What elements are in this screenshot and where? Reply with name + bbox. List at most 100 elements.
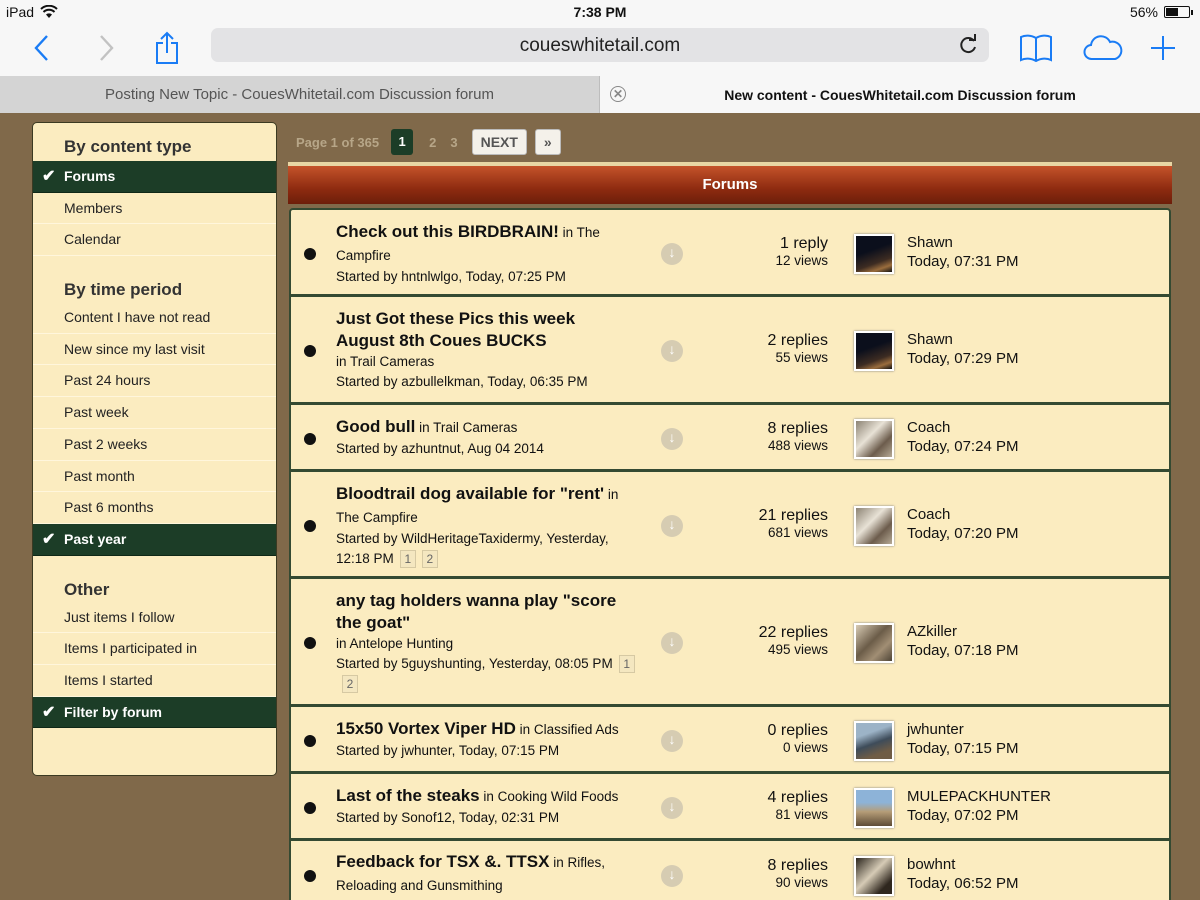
topic-forum-link[interactable]: in Trail Cameras (336, 354, 434, 369)
antler-avatar[interactable] (854, 506, 894, 546)
topic-title-link[interactable]: Feedback for TSX &. TTSX (336, 852, 550, 871)
deer-avatar[interactable] (854, 856, 894, 896)
topic-row[interactable]: Check out this BIRDBRAIN! in The Campfir… (289, 208, 1171, 296)
topic-row[interactable]: Good bull in Trail Cameras Started by azh… (289, 404, 1171, 471)
sidebar-item-past-week[interactable]: Past week (33, 397, 276, 429)
topic-forum-link[interactable]: in Trail Cameras (415, 420, 517, 435)
hunter-avatar[interactable] (854, 623, 894, 663)
sidebar-item-filter-by-forum[interactable]: ✔ Filter by forum (33, 696, 276, 729)
night-sky-avatar[interactable] (854, 234, 894, 274)
jump-to-unread-icon[interactable] (661, 730, 683, 752)
topic-page-link[interactable]: 2 (342, 675, 358, 693)
jump-to-unread-icon[interactable] (661, 865, 683, 887)
last-post-time: Today, 06:52 PM (907, 875, 1019, 892)
page-1-link[interactable]: 1 (391, 129, 414, 155)
forward-button[interactable] (94, 30, 120, 66)
jump-to-unread-icon[interactable] (661, 632, 683, 654)
topic-title-link[interactable]: Bloodtrail dog available for "rent' (336, 484, 604, 503)
share-button[interactable] (152, 30, 182, 66)
sidebar-item-past-2-weeks[interactable]: Past 2 weeks (33, 429, 276, 461)
last-poster-link[interactable]: Coach (907, 418, 1018, 437)
plus-icon (1151, 36, 1175, 60)
sidebar-item-calendar[interactable]: Calendar (33, 224, 276, 257)
topic-title-link[interactable]: Good bull (336, 417, 415, 436)
topic-info: Check out this BIRDBRAIN! in The Campfir… (336, 221, 636, 287)
topic-forum-link[interactable]: in Antelope Hunting (336, 636, 453, 651)
sidebar-item-items-i-participated-in[interactable]: Items I participated in (33, 633, 276, 665)
new-tab-button[interactable] (1148, 30, 1178, 66)
sidebar-item-content-i-have-not-read[interactable]: Content I have not read (33, 302, 276, 334)
started-by-text: Started by WildHeritageTaxidermy, Yester… (336, 531, 609, 566)
topic-title-link[interactable]: any tag holders wanna play "score the go… (336, 591, 616, 632)
icloud-tabs-button[interactable] (1080, 30, 1126, 66)
sidebar-item-new-since-my-last-visit[interactable]: New since my last visit (33, 334, 276, 366)
outdoor-avatar[interactable] (854, 721, 894, 761)
jump-to-unread-icon[interactable] (661, 515, 683, 537)
jump-to-unread-icon[interactable] (661, 243, 683, 265)
topic-title-link[interactable]: Check out this BIRDBRAIN! (336, 222, 559, 241)
mountain-avatar[interactable] (854, 788, 894, 828)
checkmark-icon: ✔ (42, 168, 56, 185)
jump-to-unread-icon[interactable] (661, 797, 683, 819)
jump-to-unread-icon[interactable] (661, 428, 683, 450)
topic-row[interactable]: Just Got these Pics this week August 8th… (289, 296, 1171, 404)
topic-started-by: Started by WildHeritageTaxidermy, Yester… (336, 529, 636, 569)
bookmarks-button[interactable] (1018, 30, 1054, 66)
battery-icon (1164, 6, 1193, 18)
topic-page-link[interactable]: 2 (421, 550, 438, 568)
unread-dot-icon (304, 802, 316, 814)
antler-avatar[interactable] (854, 419, 894, 459)
topic-row[interactable]: Feedback for TSX &. TTSX in Rifles, Relo… (289, 840, 1171, 900)
last-poster-link[interactable]: jwhunter (907, 720, 1018, 739)
topic-title-link[interactable]: 15x50 Vortex Viper HD (336, 719, 516, 738)
last-poster-link[interactable]: Shawn (907, 233, 1018, 252)
tab-new-content[interactable]: ✕ New content - CouesWhitetail.com Discu… (600, 76, 1200, 113)
topic-forum-link[interactable]: in Classified Ads (516, 722, 619, 737)
back-button[interactable] (28, 30, 54, 66)
night-sky-avatar[interactable] (854, 331, 894, 371)
last-post-time: Today, 07:20 PM (907, 525, 1019, 542)
topic-started-by: Started by azhuntnut, Aug 04 2014 (336, 439, 636, 459)
topic-info: Feedback for TSX &. TTSX in Rifles, Relo… (336, 851, 636, 897)
last-poster-link[interactable]: Coach (907, 505, 1018, 524)
page-2-link[interactable]: 2 (429, 135, 436, 150)
sidebar-item-forums[interactable]: ✔ Forums (33, 161, 276, 193)
topic-forum-link[interactable]: in Cooking Wild Foods (480, 789, 618, 804)
next-page-button[interactable]: NEXT (471, 129, 527, 155)
topic-row[interactable]: Bloodtrail dog available for "rent' in T… (289, 471, 1171, 578)
sidebar-item-label: Members (64, 199, 123, 216)
started-by-text: Started by hntnlwlgo, Today, 07:25 PM (336, 269, 566, 284)
sidebar-item-just-items-i-follow[interactable]: Just items I follow (33, 602, 276, 634)
tab-posting-new-topic[interactable]: Posting New Topic - CouesWhitetail.com D… (0, 76, 600, 113)
view-count: 0 views (782, 740, 828, 755)
last-poster-link[interactable]: Shawn (907, 330, 1018, 349)
topic-info: Last of the steaks in Cooking Wild Foods… (336, 785, 636, 828)
topic-row[interactable]: 15x50 Vortex Viper HD in Classified Ads S… (289, 706, 1171, 773)
topic-title-link[interactable]: Just Got these Pics this week August 8th… (336, 309, 575, 350)
last-poster-link[interactable]: bowhnt (907, 855, 1018, 874)
topic-page-link[interactable]: 1 (399, 550, 416, 568)
last-poster-link[interactable]: MULEPACKHUNTER (907, 787, 1051, 806)
status-right: 56% (1130, 4, 1193, 20)
reply-count: 0 replies (767, 722, 828, 739)
close-tab-icon[interactable]: ✕ (610, 86, 626, 102)
sidebar-item-past-24-hours[interactable]: Past 24 hours (33, 365, 276, 398)
topic-row[interactable]: Last of the steaks in Cooking Wild Foods… (289, 773, 1171, 840)
topic-stats: 1 reply 12 views (775, 235, 828, 268)
reload-icon[interactable] (957, 34, 979, 56)
last-poster-link[interactable]: AZkiller (907, 622, 1018, 641)
sidebar-item-past-year[interactable]: ✔ Past year (33, 523, 276, 556)
page-3-link[interactable]: 3 (450, 135, 457, 150)
reply-count: 21 replies (758, 507, 828, 524)
sidebar-item-past-month[interactable]: Past month (33, 461, 276, 493)
sidebar-item-past-6-months[interactable]: Past 6 months (33, 492, 276, 524)
topic-row[interactable]: any tag holders wanna play "score the go… (289, 578, 1171, 706)
topic-title-link[interactable]: Last of the steaks (336, 786, 480, 805)
sidebar-item-items-i-started[interactable]: Items I started (33, 665, 276, 697)
address-bar[interactable]: coueswhitetail.com (211, 28, 989, 62)
last-page-button[interactable]: » (534, 129, 561, 155)
jump-to-unread-icon[interactable] (661, 340, 683, 362)
topic-page-link[interactable]: 1 (618, 655, 635, 673)
tab-label: New content - CouesWhitetail.com Discuss… (724, 86, 1076, 103)
sidebar-item-members[interactable]: Members (33, 193, 276, 225)
